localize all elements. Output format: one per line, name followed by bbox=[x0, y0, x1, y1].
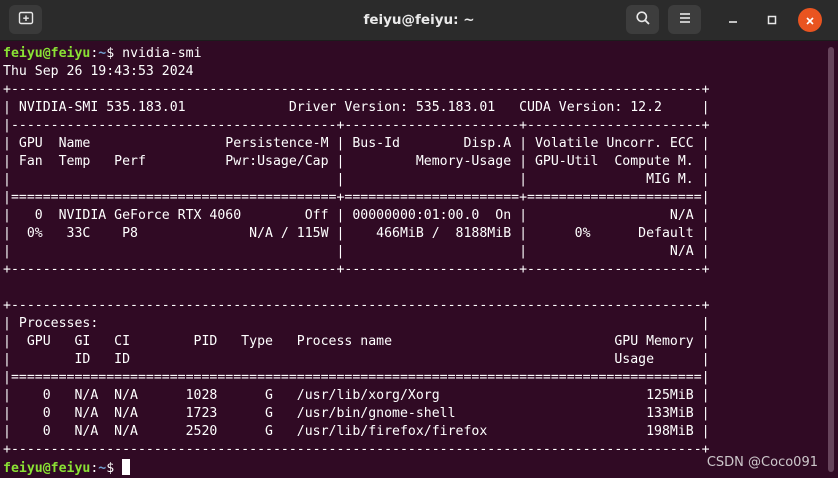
output-line: |=======================================… bbox=[3, 190, 710, 205]
maximize-button[interactable] bbox=[760, 8, 784, 32]
output-line: Thu Sep 26 19:43:53 2024 bbox=[3, 64, 194, 79]
search-button[interactable] bbox=[626, 5, 659, 34]
menu-button[interactable] bbox=[668, 5, 701, 34]
minimize-button[interactable] bbox=[721, 8, 745, 32]
vertical-scrollbar[interactable] bbox=[824, 41, 838, 478]
prompt-symbol: $ bbox=[106, 461, 123, 476]
new-tab-icon bbox=[18, 10, 34, 30]
command-output: Thu Sep 26 19:43:53 2024 +---------------… bbox=[3, 63, 710, 459]
prompt-user-host: feiyu@feiyu bbox=[3, 461, 91, 476]
output-line: +---------------------------------------… bbox=[3, 298, 710, 313]
search-icon bbox=[635, 10, 651, 30]
output-line: +---------------------------------------… bbox=[3, 82, 710, 97]
output-line: | 0% 33C P8 N/A / 115W | 466MiB / 8188Mi… bbox=[3, 226, 710, 241]
output-line: +---------------------------------------… bbox=[3, 262, 710, 277]
output-line: | 0 N/A N/A 1723 G /usr/bin/gnome-shell … bbox=[3, 406, 710, 421]
output-line: +---------------------------------------… bbox=[3, 442, 710, 457]
output-line: |---------------------------------------… bbox=[3, 118, 710, 133]
minimize-icon bbox=[727, 11, 739, 30]
output-line: | | | N/A | bbox=[3, 244, 710, 259]
output-line: | 0 N/A N/A 1028 G /usr/lib/xorg/Xorg 12… bbox=[3, 388, 710, 403]
output-line: | ID ID Usage | bbox=[3, 352, 710, 367]
output-line: | 0 N/A N/A 2520 G /usr/lib/firefox/fire… bbox=[3, 424, 710, 439]
output-line: | GPU GI CI PID Type Process name GPU Me… bbox=[3, 334, 710, 349]
output-line: | | | MIG M. | bbox=[3, 172, 710, 187]
command-text: nvidia-smi bbox=[122, 46, 202, 61]
prompt-user-host: feiyu@feiyu bbox=[3, 46, 91, 61]
prompt-symbol: $ bbox=[106, 46, 123, 61]
title-bar: feiyu@feiyu: ~ bbox=[0, 0, 838, 41]
output-line: | NVIDIA-SMI 535.183.01 Driver Version: … bbox=[3, 100, 710, 115]
output-line: | 0 NVIDIA GeForce RTX 4060 Off | 000000… bbox=[3, 208, 710, 223]
scrollbar-thumb[interactable] bbox=[828, 47, 834, 472]
hamburger-menu-icon bbox=[678, 10, 692, 29]
window-title: feiyu@feiyu: ~ bbox=[363, 12, 475, 28]
close-icon bbox=[805, 11, 815, 30]
close-button[interactable] bbox=[798, 8, 822, 32]
text-cursor bbox=[122, 459, 131, 475]
terminal-text: feiyu@feiyu:~$ nvidia-smi Thu Sep 26 19:4… bbox=[3, 45, 710, 477]
command-line: feiyu@feiyu:~$ nvidia-smi bbox=[3, 45, 710, 63]
watermark: CSDN @Coco091 bbox=[706, 455, 818, 470]
active-prompt-line[interactable]: feiyu@feiyu:~$ bbox=[3, 459, 710, 477]
output-line: | GPU Name Persistence-M | Bus-Id Disp.A… bbox=[3, 136, 710, 151]
terminal-window: feiyu@feiyu: ~ feiyu@feiyu:~$ nvidia-smi… bbox=[0, 0, 838, 478]
new-tab-button[interactable] bbox=[9, 5, 42, 34]
terminal-output-area[interactable]: feiyu@feiyu:~$ nvidia-smi Thu Sep 26 19:4… bbox=[0, 41, 824, 478]
output-line: |=======================================… bbox=[3, 370, 710, 385]
output-line: | Processes: | bbox=[3, 316, 710, 331]
maximize-icon bbox=[766, 11, 778, 30]
output-line: | Fan Temp Perf Pwr:Usage/Cap | Memory-U… bbox=[3, 154, 710, 169]
